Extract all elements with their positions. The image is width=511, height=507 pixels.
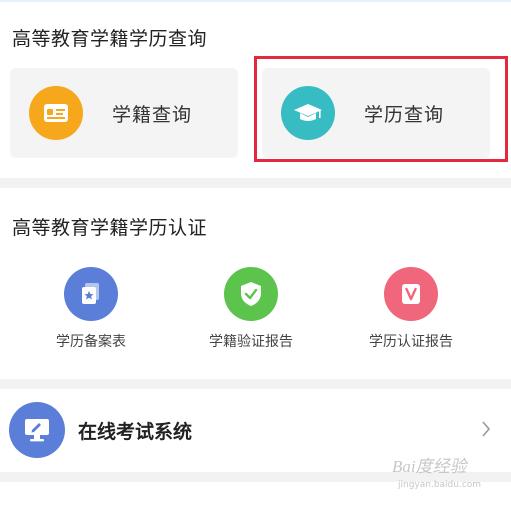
degree-cert-report-label: 学历认证报告: [369, 334, 453, 350]
top-border: [0, 0, 511, 2]
student-status-query-label: 学籍查询: [112, 103, 193, 126]
section-title-certification: 高等教育学籍学历认证: [12, 217, 208, 239]
section-title-query: 高等教育学籍学历查询: [12, 28, 208, 50]
watermark-text: Bai度经验: [392, 457, 467, 476]
v-badge-icon: [384, 267, 438, 321]
highlight-box: [254, 56, 508, 162]
student-status-report-label: 学籍验证报告: [209, 334, 293, 350]
online-exam-label: 在线考试系统: [78, 420, 193, 443]
monitor-icon: [9, 402, 65, 458]
shield-check-icon: [224, 267, 278, 321]
section-divider: [0, 379, 511, 389]
id-card-icon: [29, 86, 83, 140]
student-status-report-item[interactable]: 学籍验证报告: [186, 267, 316, 351]
degree-record-label: 学历备案表: [56, 334, 126, 350]
document-star-icon: [64, 267, 118, 321]
degree-cert-report-item[interactable]: 学历认证报告: [346, 267, 476, 351]
watermark-url: jingyan.baidu.com: [398, 480, 482, 490]
section-divider: [0, 178, 511, 188]
student-status-query-card[interactable]: 学籍查询: [10, 68, 238, 158]
chevron-right-icon: [481, 420, 491, 442]
degree-record-item[interactable]: 学历备案表: [26, 267, 156, 351]
baidu-watermark: Bai度经验: [392, 452, 467, 477]
